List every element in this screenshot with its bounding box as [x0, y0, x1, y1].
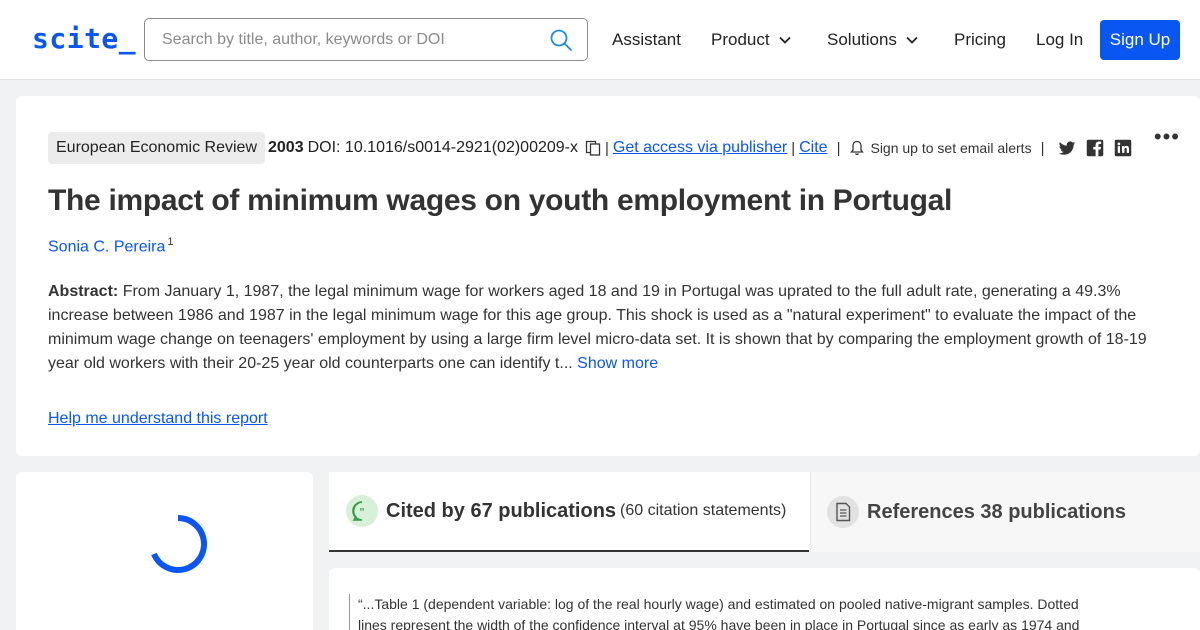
- tab-references[interactable]: References 38 publications: [810, 472, 1200, 552]
- author-name[interactable]: Sonia C. Pereira: [48, 238, 165, 255]
- more-options-icon[interactable]: •••: [1154, 124, 1180, 150]
- citation-statements-count: (60 citation statements): [620, 502, 787, 519]
- cite-link[interactable]: Cite: [799, 139, 827, 157]
- scite-logo[interactable]: scite_: [32, 22, 136, 55]
- login-label: Log In: [1036, 30, 1084, 49]
- bell-icon[interactable]: [850, 140, 865, 156]
- show-more-link[interactable]: Show more: [577, 355, 658, 372]
- svg-text:": ": [359, 507, 364, 518]
- spinner-icon: [151, 515, 207, 573]
- email-alerts-link[interactable]: Sign up to set email alerts: [870, 140, 1031, 156]
- chevron-down-icon: [778, 36, 791, 44]
- author-affiliation-number: 1: [167, 236, 174, 248]
- login-link[interactable]: Log In: [1036, 30, 1083, 50]
- tab-cited-by[interactable]: " Cited by 67 publications (60 citation …: [329, 472, 809, 552]
- citation-tabs: " Cited by 67 publications (60 citation …: [329, 472, 1200, 552]
- separator: |: [1040, 139, 1045, 157]
- separator: |: [791, 139, 796, 157]
- citation-excerpt: “...Table 1 (dependent variable: log of …: [349, 594, 1089, 630]
- top-navigation-bar: scite_ Assistant Product Solutions Prici…: [0, 0, 1200, 80]
- paper-title: The impact of minimum wages on youth emp…: [48, 184, 953, 217]
- nav-product-label: Product: [711, 30, 770, 49]
- nav-product[interactable]: Product: [711, 30, 792, 50]
- linkedin-icon[interactable]: [1114, 139, 1132, 157]
- signup-button[interactable]: Sign Up: [1100, 20, 1180, 60]
- nav-assistant-label: Assistant: [612, 30, 681, 49]
- loading-panel: [16, 472, 313, 630]
- paper-meta-row: European Economic Review 2003 DOI: 10.10…: [48, 132, 1132, 164]
- citation-statement-card: “...Table 1 (dependent variable: log of …: [329, 568, 1200, 630]
- abstract: Abstract: From January 1, 1987, the lega…: [48, 280, 1168, 376]
- help-understand-link[interactable]: Help me understand this report: [48, 410, 268, 428]
- nav-solutions[interactable]: Solutions: [827, 30, 919, 50]
- nav-assistant[interactable]: Assistant: [612, 30, 681, 50]
- references-label: References 38 publications: [867, 500, 1126, 523]
- document-icon: [827, 496, 859, 528]
- nav-pricing-label: Pricing: [954, 30, 1006, 49]
- separator: |: [836, 139, 841, 157]
- search-icon[interactable]: [549, 28, 573, 52]
- access-publisher-link[interactable]: Get access via publisher: [613, 139, 787, 157]
- nav-pricing[interactable]: Pricing: [954, 30, 1006, 50]
- twitter-icon[interactable]: [1058, 139, 1076, 157]
- author-link[interactable]: Sonia C. Pereira 1: [48, 236, 174, 256]
- publication-year: 2003: [268, 139, 304, 156]
- journal-badge[interactable]: European Economic Review: [48, 132, 265, 164]
- paper-card: European Economic Review 2003 DOI: 10.10…: [16, 96, 1200, 456]
- chevron-down-icon: [906, 36, 918, 44]
- separator: |: [605, 139, 609, 157]
- nav-solutions-label: Solutions: [827, 30, 897, 49]
- copy-icon[interactable]: [585, 140, 601, 156]
- facebook-icon[interactable]: [1086, 139, 1104, 157]
- abstract-label: Abstract:: [48, 283, 119, 300]
- cited-by-label: Cited by 67 publications: [386, 499, 617, 522]
- quote-bubble-icon: ": [346, 495, 378, 527]
- search-input[interactable]: [145, 19, 535, 60]
- search-box[interactable]: [144, 18, 588, 61]
- doi-text: DOI: 10.1016/s0014-2921(02)00209-x: [307, 139, 578, 156]
